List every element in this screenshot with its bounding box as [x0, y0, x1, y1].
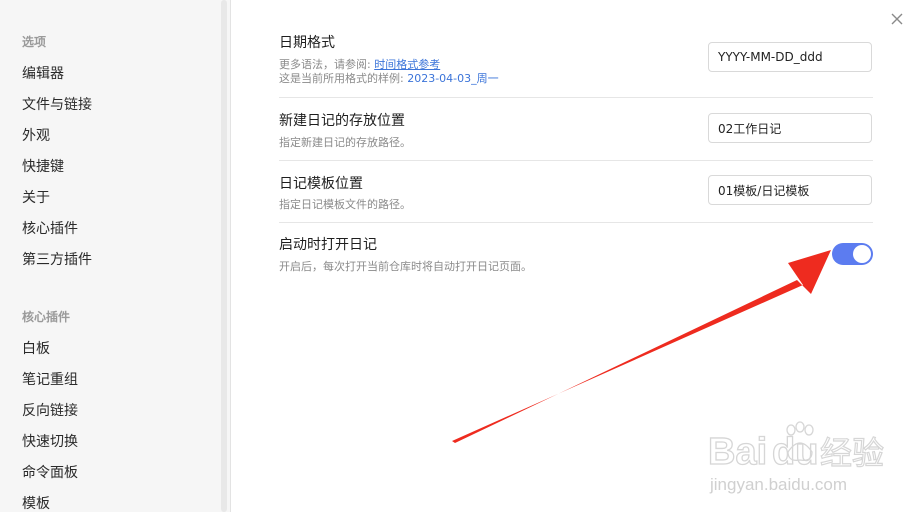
sidebar-item-quick-switcher[interactable]: 快速切换 [22, 431, 78, 451]
sidebar-item-core-plugins[interactable]: 核心插件 [22, 218, 78, 238]
sidebar-item-community-plugins[interactable]: 第三方插件 [22, 249, 92, 269]
sidebar-item-backlinks[interactable]: 反向链接 [22, 400, 78, 420]
date-format-input[interactable] [708, 42, 872, 72]
watermark-brand-du: du [772, 431, 818, 473]
format-sample: 这是当前所用格式的样例: 2023-04-03_周一 [279, 70, 499, 86]
open-on-startup-toggle[interactable] [832, 243, 873, 265]
sidebar-item-about[interactable]: 关于 [22, 187, 50, 207]
setting-description: 指定新建日记的存放路径。 [279, 136, 411, 149]
setting-template-location: 日记模板位置 指定日记模板文件的路径。 [279, 161, 873, 223]
setting-title: 日期格式 [279, 35, 335, 51]
sidebar-section-core-plugins: 核心插件 [22, 310, 71, 324]
sidebar-section-options: 选项 [22, 35, 47, 49]
sidebar-item-hotkeys[interactable]: 快捷键 [22, 156, 64, 176]
sidebar-scrollbar[interactable] [221, 0, 227, 512]
sidebar-item-files-links[interactable]: 文件与链接 [22, 94, 92, 114]
sidebar-item-editor[interactable]: 编辑器 [22, 63, 64, 83]
paw-icon [786, 421, 814, 461]
baidu-watermark: Bai du 经验 jingyan.baidu.com [707, 418, 908, 498]
toggle-knob [853, 245, 871, 263]
template-location-input[interactable] [708, 175, 872, 205]
new-note-location-input[interactable] [708, 113, 872, 143]
sidebar-item-command-palette[interactable]: 命令面板 [22, 462, 78, 482]
sidebar-item-appearance[interactable]: 外观 [22, 125, 50, 145]
sample-label: 这是当前所用格式的样例: [279, 72, 408, 85]
watermark-suffix: 经验 [820, 434, 884, 472]
sample-value: 2023-04-03_周一 [407, 72, 499, 85]
setting-title: 新建日记的存放位置 [279, 113, 405, 129]
sidebar-item-canvas[interactable]: 白板 [22, 338, 50, 358]
setting-new-note-location: 新建日记的存放位置 指定新建日记的存放路径。 [279, 98, 873, 160]
close-icon [891, 10, 903, 29]
sidebar-item-note-composer[interactable]: 笔记重组 [22, 369, 78, 389]
setting-title: 启动时打开日记 [279, 237, 377, 253]
setting-title: 日记模板位置 [279, 176, 363, 192]
setting-description: 开启后，每次打开当前仓库时将自动打开日记页面。 [279, 260, 532, 273]
setting-open-on-startup: 启动时打开日记 开启后，每次打开当前仓库时将自动打开日记页面。 [279, 223, 873, 283]
watermark-url: jingyan.baidu.com [709, 475, 847, 494]
setting-description: 指定日记模板文件的路径。 [279, 198, 411, 211]
sidebar-item-templates[interactable]: 模板 [22, 493, 50, 512]
settings-sidebar: 选项 编辑器 文件与链接 外观 快捷键 关于 核心插件 第三方插件 核心插件 白… [0, 0, 231, 512]
close-button[interactable] [886, 8, 908, 30]
watermark-brand: Bai [708, 431, 767, 473]
setting-date-format: 日期格式 更多语法，请参阅: 时间格式参考 这是当前所用格式的样例: 2023-… [279, 30, 873, 96]
